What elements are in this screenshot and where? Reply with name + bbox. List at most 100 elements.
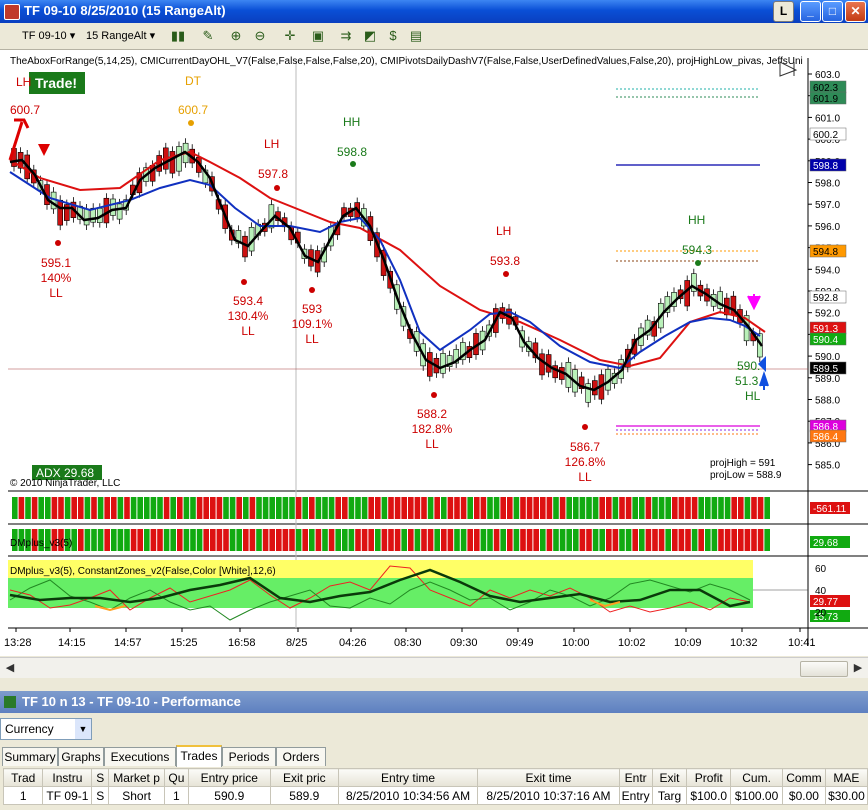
tab-summary[interactable]: Summary (2, 747, 58, 766)
bar-panel-1-cell (414, 497, 421, 519)
bar-panel-1-cell (117, 497, 124, 519)
draw-tool-icon[interactable]: ✎ (200, 28, 216, 44)
ann-597-8: 597.8 (258, 167, 288, 181)
column-header[interactable]: Entr (618, 768, 653, 787)
time-axis-label: 09:49 (506, 637, 534, 649)
column-header[interactable]: Qu (163, 768, 189, 787)
bar-panel-1-cell (401, 497, 407, 519)
zoom-in-icon[interactable]: ⊕ (228, 28, 244, 44)
chart-area[interactable]: TheAboxForRange(5,14,25), CMICurrentDayO… (0, 50, 868, 656)
column-header[interactable]: Profit (686, 768, 732, 787)
column-header[interactable]: Cum. (730, 768, 784, 787)
instrument-selector[interactable]: TF 09-10 ▾ (22, 27, 75, 45)
bar-panel-1-cell (460, 497, 467, 519)
performance-titlebar: TF 10 n 13 - TF 09-10 - Performance (0, 691, 868, 713)
crosshair-icon[interactable]: ✛ (282, 28, 298, 44)
bar-panel-1-cell (58, 497, 64, 519)
price-axis-label: 597.0 (815, 200, 840, 211)
currency-select[interactable]: Currency ▼ (0, 718, 92, 740)
price-axis-label: 589.0 (815, 374, 840, 385)
bar-panel-1-cell (586, 497, 592, 519)
period-selector[interactable]: 15 RangeAlt ▾ (86, 27, 155, 45)
trades-table: Trad Instru S Market p Qu Entry price Exit pri… (2, 768, 868, 805)
bar-panel-2-cell (177, 529, 183, 551)
ann-ll5-pct: 126.8% (565, 455, 606, 469)
bar-panel-1-cell (302, 497, 308, 519)
close-button[interactable]: ✕ (845, 1, 866, 22)
bar-panel-1-cell (447, 497, 454, 519)
price-tag: 590.4 (813, 335, 838, 346)
ann-600-7-b: 600.7 (178, 103, 208, 117)
bar-panel-2-cell (460, 529, 467, 551)
chart-horizontal-scrollbar[interactable]: ◀ ▶ (0, 657, 868, 678)
bar-panel-1-cell (355, 497, 361, 519)
table-cell: Short (108, 786, 165, 805)
bar-panel-1-cell (31, 497, 38, 519)
minimize-button[interactable]: _ (800, 1, 821, 22)
bar-panel-2-cell (705, 529, 711, 551)
bar-panel-1-cell (322, 497, 328, 519)
scroll-right-icon[interactable]: ▶ (850, 660, 866, 676)
bar-panel-1-cell (639, 497, 645, 519)
bar-panel-1-cell (64, 497, 71, 519)
column-header[interactable]: MAE (824, 768, 868, 787)
properties-icon[interactable]: ▣ (310, 28, 326, 44)
tab-graphs[interactable]: Graphs (58, 747, 104, 766)
dollar-icon[interactable]: $ (385, 28, 401, 44)
tab-periods[interactable]: Periods (222, 747, 276, 766)
bar-panel-1-cell (658, 497, 665, 519)
column-header[interactable]: Entry time (337, 768, 479, 787)
tab-orders[interactable]: Orders (276, 747, 326, 766)
chevron-down-icon[interactable]: ▼ (75, 719, 91, 739)
scroll-left-icon[interactable]: ◀ (2, 660, 18, 676)
column-header[interactable]: Exit (651, 768, 688, 787)
bar-panel-2-cell (229, 529, 236, 551)
help-button[interactable]: L (773, 1, 794, 22)
tab-executions[interactable]: Executions (104, 747, 176, 766)
column-header[interactable]: Instru (42, 768, 93, 787)
ann-598-8: 598.8 (337, 145, 367, 159)
column-header[interactable]: Entry price (187, 768, 271, 787)
bar-panel-1-cell (144, 497, 150, 519)
oscillator-axis-label: 60 (815, 564, 827, 575)
maximize-button[interactable]: □ (822, 1, 843, 22)
ann-600-7-a: 600.7 (10, 103, 40, 117)
trade-badge[interactable]: Trade! (35, 75, 77, 91)
column-header[interactable]: Comm (782, 768, 826, 787)
window-titlebar: TF 09-10 8/25/2010 (15 RangeAlt) L _ □ ✕ (0, 0, 868, 23)
table-row[interactable]: 1 TF 09-1 S Short 1 590.9 589.9 8/25/2010 10:34… (2, 786, 868, 805)
column-header[interactable]: S (91, 768, 110, 787)
column-header[interactable]: Exit time (477, 768, 620, 787)
bar-panel-1-cell (12, 497, 18, 519)
bar-panel-2-cell (144, 529, 150, 551)
bar-panel-1-cell (625, 497, 632, 519)
bar-panel-2-cell (658, 529, 665, 551)
currency-value: Currency (5, 722, 54, 736)
strategy-icon[interactable]: ⇉ (338, 28, 354, 44)
zoom-out-icon[interactable]: ⊖ (252, 28, 268, 44)
bar-panel-1-cell (744, 497, 751, 519)
bar-panel-1-cell (309, 497, 315, 519)
scroll-thumb[interactable] (800, 661, 848, 677)
table-cell: TF 09-1 (42, 786, 93, 805)
data-box-icon[interactable]: ▤ (408, 28, 424, 44)
bar-panel-1-cell (282, 497, 289, 519)
column-header[interactable]: Market p (108, 768, 165, 787)
bar-panel-1-cell (467, 497, 473, 519)
ann-594-3: 594.3 (682, 243, 712, 257)
candle-body (169, 151, 176, 174)
bar-type-icon[interactable]: ▮▮ (170, 28, 186, 44)
table-cell: Entry (618, 786, 653, 805)
bar-panel-1-cell (315, 497, 322, 519)
indicator-icon[interactable]: ◩ (362, 28, 378, 44)
column-header[interactable]: Exit pric (269, 768, 339, 787)
table-cell: $100.00 (730, 786, 784, 805)
bar-panel-1-cell (698, 497, 704, 519)
bar-panel-1-cell (381, 497, 388, 519)
bar-panel-1-cell (236, 497, 242, 519)
bar-panel-2-cell (262, 529, 269, 551)
bar-panel-1-cell (71, 497, 77, 519)
tab-trades[interactable]: Trades (176, 745, 222, 767)
column-header[interactable]: Trad (2, 768, 44, 787)
bar-panel-2-cell (196, 529, 203, 551)
